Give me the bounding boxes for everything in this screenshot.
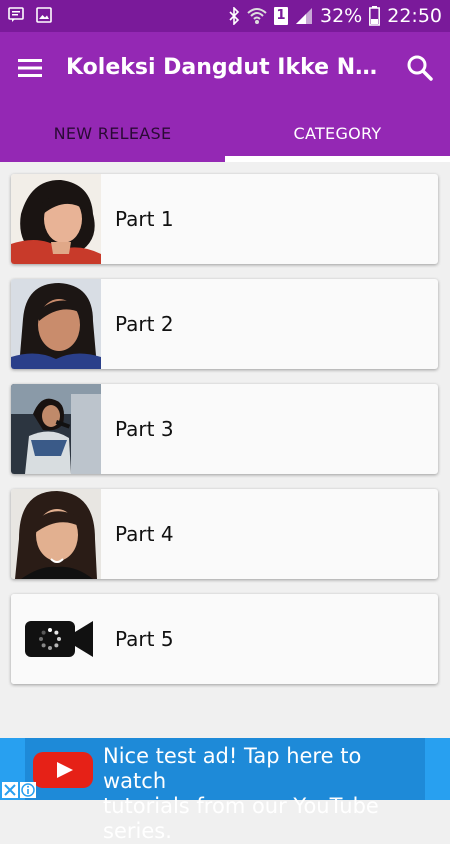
list-item-part-2[interactable]: Part 2	[11, 279, 438, 369]
item-label: Part 4	[115, 522, 174, 546]
page-title: Koleksi Dangdut Ikke Nurjanah	[66, 55, 391, 80]
item-label: Part 1	[115, 207, 174, 231]
ad-text-line-1: Nice test ad! Tap here to watch	[103, 744, 362, 793]
info-icon[interactable]	[20, 782, 36, 798]
thumbnail-image	[11, 174, 101, 264]
thumbnail-image	[11, 279, 101, 369]
item-label: Part 5	[115, 627, 174, 651]
close-icon[interactable]	[2, 782, 18, 798]
clock: 22:50	[387, 5, 442, 27]
wifi-icon	[247, 8, 267, 24]
tab-indicator	[225, 156, 450, 162]
tab-category[interactable]: CATEGORY	[225, 104, 450, 162]
youtube-logo	[33, 752, 93, 788]
ad-text: Nice test ad! Tap here to watch tutorial…	[103, 744, 423, 844]
category-list: Part 1 Part 2 Part 3 Part 4 Part 5	[11, 174, 439, 699]
thumbnail-image	[11, 489, 101, 579]
list-item-part-5[interactable]: Part 5	[11, 594, 438, 684]
tab-new-release[interactable]: NEW RELEASE	[0, 104, 225, 162]
search-icon[interactable]	[404, 52, 436, 84]
sim-icon: 1	[274, 7, 288, 25]
ad-banner[interactable]: Nice test ad! Tap here to watch tutorial…	[0, 738, 450, 843]
image-icon	[36, 7, 52, 23]
tab-label: CATEGORY	[293, 123, 382, 143]
menu-icon[interactable]	[16, 54, 44, 82]
item-label: Part 2	[115, 312, 174, 336]
ad-text-line-2: tutorials from our YouTube series.	[103, 794, 379, 843]
list-item-part-1[interactable]: Part 1	[11, 174, 438, 264]
tab-bar: NEW RELEASE CATEGORY	[0, 104, 450, 162]
battery-percent: 32%	[320, 5, 363, 27]
list-item-part-4[interactable]: Part 4	[11, 489, 438, 579]
thumbnail-image	[11, 384, 101, 474]
message-icon	[8, 7, 24, 22]
tab-label: NEW RELEASE	[53, 123, 172, 143]
status-bar: 1 32% 22:50	[0, 0, 450, 32]
signal-icon	[296, 8, 312, 24]
ad-content[interactable]: Nice test ad! Tap here to watch tutorial…	[25, 738, 425, 843]
app-bar: Koleksi Dangdut Ikke Nurjanah	[0, 32, 450, 104]
battery-icon	[369, 6, 381, 26]
video-loading-icon	[11, 594, 101, 684]
list-item-part-3[interactable]: Part 3	[11, 384, 438, 474]
item-label: Part 3	[115, 417, 174, 441]
bluetooth-icon	[229, 7, 240, 25]
